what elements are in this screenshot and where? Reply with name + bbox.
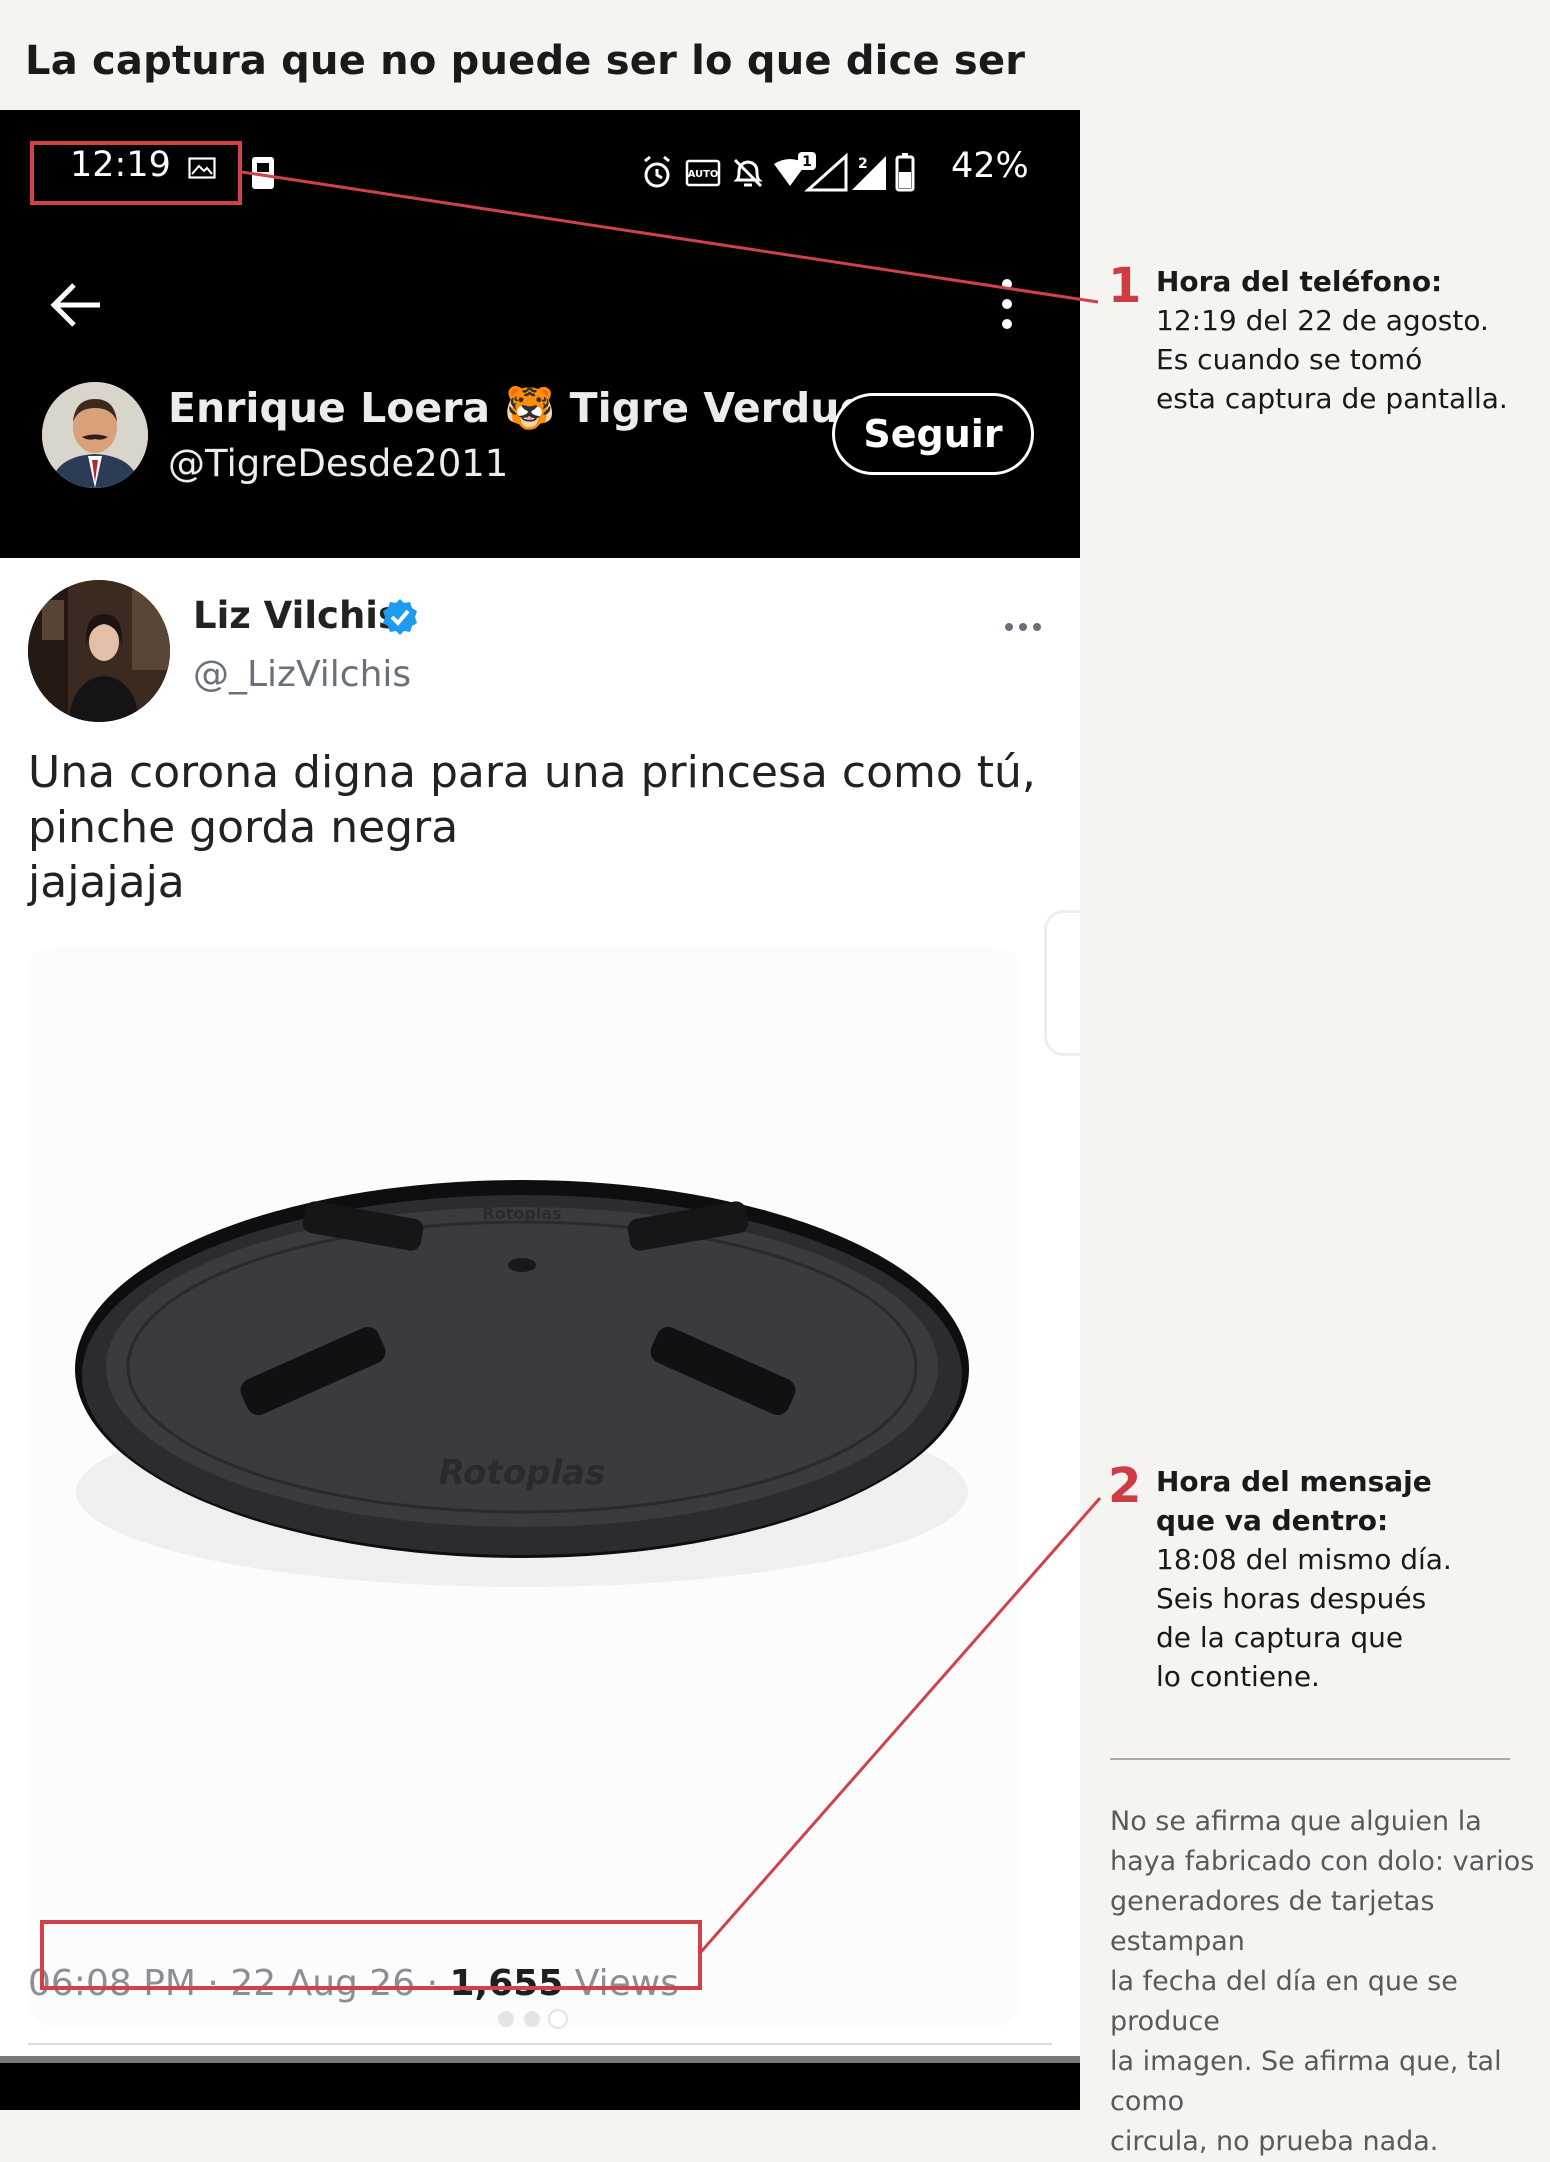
carousel-dots	[498, 2009, 568, 2029]
back-arrow-icon[interactable]	[48, 280, 104, 330]
annotation-number-2: 2	[1108, 1458, 1142, 1514]
next-card-edge	[1044, 910, 1080, 1056]
tweet-media[interactable]: Rotoplas Rotoplas	[28, 947, 1020, 2027]
bottom-nav-bar	[0, 2056, 1080, 2110]
tweet-author-handle[interactable]: @_LizVilchis	[193, 654, 411, 695]
annotation-2: Hora del mensaje que va dentro: 18:08 de…	[1156, 1462, 1546, 1696]
profile-avatar[interactable]	[42, 382, 148, 488]
annotation-2-body: 18:08 del mismo día. Seis horas después …	[1156, 1543, 1452, 1693]
verified-badge-icon	[383, 599, 417, 635]
article-headline: La captura que no puede ser lo que dice …	[25, 38, 1026, 84]
svg-text:1: 1	[802, 154, 812, 170]
tweet-time-highlight	[40, 1920, 702, 1990]
svg-text:AUTO: AUTO	[688, 169, 719, 180]
profile-name: Enrique Loera 🐯 Tigre Verdugo	[168, 384, 897, 432]
signal-2-icon: 2	[852, 156, 886, 190]
lid-brand-logo-top: Rotoplas	[482, 1204, 561, 1223]
annotation-number-1: 1	[1108, 258, 1142, 314]
tweet-more-icon[interactable]	[1003, 620, 1043, 634]
lid-brand-logo: Rotoplas	[439, 1453, 606, 1493]
annotation-1: Hora del teléfono: 12:19 del 22 de agost…	[1156, 262, 1546, 418]
annotation-2-title: Hora del mensaje que va dentro:	[1156, 1465, 1432, 1537]
alarm-icon	[644, 155, 670, 188]
sidebar-divider	[1110, 1758, 1510, 1760]
phone-screenshot: 12:19 AUTO 1 2 42% Enrique Loera 🐯 Tigre…	[0, 110, 1080, 2110]
auto-hz-icon: AUTO	[685, 159, 721, 187]
sim-icon	[252, 157, 274, 189]
annotation-1-body: 12:19 del 22 de agosto. Es cuando se tom…	[1156, 304, 1508, 415]
battery-icon	[895, 153, 915, 192]
tweet-text: Una corona digna para una princesa como …	[28, 747, 1036, 908]
tweet-divider	[28, 2043, 1052, 2045]
profile-handle: @TigreDesde2011	[168, 442, 509, 485]
annotation-1-title: Hora del teléfono:	[1156, 265, 1443, 298]
disclaimer-text: No se afirma que alguien la haya fabrica…	[1110, 1806, 1535, 2157]
signal-1-icon: 1	[798, 152, 848, 192]
status-time-highlight	[30, 141, 242, 205]
follow-button[interactable]: Seguir	[832, 393, 1034, 475]
tweet-author-name[interactable]: Liz Vilchis	[193, 594, 400, 637]
tank-lid-image: Rotoplas Rotoplas	[75, 1180, 969, 1587]
svg-text:2: 2	[858, 156, 868, 172]
more-options-icon[interactable]	[994, 274, 1020, 334]
bell-off-icon	[733, 158, 763, 188]
tweet-author-avatar[interactable]	[28, 580, 170, 722]
battery-percentage: 42%	[951, 146, 1029, 186]
